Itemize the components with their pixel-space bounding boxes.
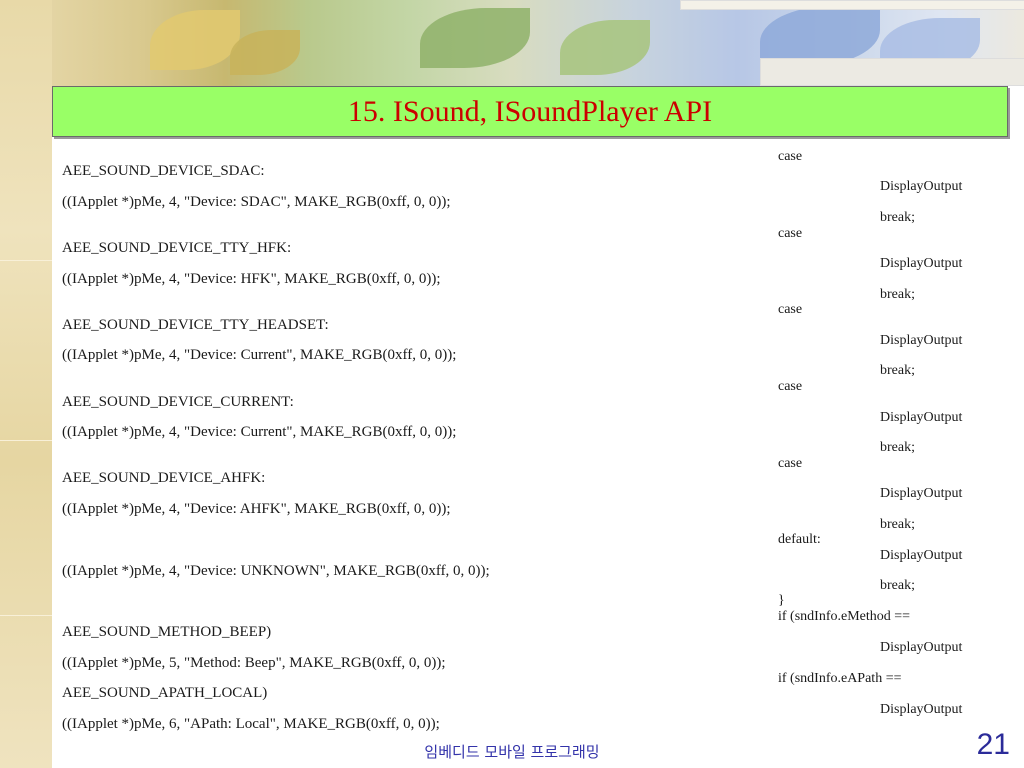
code-line: AEE_SOUND_DEVICE_AHFK: (62, 470, 266, 486)
code-line: ((IApplet *)pMe, 4, "Device: HFK", MAKE_… (62, 271, 441, 287)
code-line: case (778, 379, 803, 394)
code-line: ((IApplet *)pMe, 4, "Device: SDAC", MAKE… (62, 194, 451, 210)
left-tile (0, 170, 52, 261)
code-line: ((IApplet *)pMe, 4, "Device: UNKNOWN", M… (62, 563, 490, 579)
code-line: case (778, 456, 803, 471)
code-line: AEE_SOUND_METHOD_BEEP) (62, 624, 272, 640)
code-line: AEE_SOUND_DEVICE_SDAC: (62, 163, 265, 179)
code-line: DisplayOutput (880, 548, 963, 563)
code-line: if (sndInfo.eMethod == (778, 609, 911, 624)
code-line: DisplayOutput (880, 333, 963, 348)
left-tile (0, 350, 52, 441)
left-tile (0, 525, 52, 616)
code-left-column: AEE_SOUND_DEVICE_SDAC: ((IApplet *)pMe, … (62, 0, 762, 768)
code-line: break; (880, 440, 915, 455)
page-number: 21 (976, 728, 1010, 761)
slide-footer: 임베디드 모바일 프로그래밍 (424, 743, 600, 761)
code-line: ((IApplet *)pMe, 6, "APath: Local", MAKE… (62, 716, 440, 732)
code-line: ((IApplet *)pMe, 4, "Device: Current", M… (62, 424, 457, 440)
code-line: DisplayOutput (880, 486, 963, 501)
code-line: break; (880, 363, 915, 378)
code-line: AEE_SOUND_DEVICE_TTY_HFK: (62, 240, 292, 256)
code-line: if (sndInfo.eAPath == (778, 671, 902, 686)
code-line: case (778, 149, 803, 164)
code-line: ((IApplet *)pMe, 4, "Device: AHFK", MAKE… (62, 501, 451, 517)
code-line: DisplayOutput (880, 179, 963, 194)
code-line: case (778, 302, 803, 317)
code-line: DisplayOutput (880, 640, 963, 655)
code-line: break; (880, 210, 915, 225)
code-line: AEE_SOUND_DEVICE_CURRENT: (62, 394, 294, 410)
code-line: AEE_SOUND_DEVICE_TTY_HEADSET: (62, 317, 329, 333)
code-line: case (778, 226, 803, 241)
code-line: DisplayOutput (880, 410, 963, 425)
code-line: } (778, 593, 785, 608)
code-line: ((IApplet *)pMe, 4, "Device: Current", M… (62, 347, 457, 363)
left-decoration (0, 0, 52, 768)
code-right-column: case DisplayOutput break; case DisplayOu… (778, 0, 1018, 768)
code-line: AEE_SOUND_APATH_LOCAL) (62, 685, 268, 701)
code-line: break; (880, 517, 915, 532)
code-line: ((IApplet *)pMe, 5, "Method: Beep", MAKE… (62, 655, 446, 671)
code-line: break; (880, 578, 915, 593)
code-line: DisplayOutput (880, 256, 963, 271)
code-line: default: (778, 532, 821, 547)
code-line: break; (880, 287, 915, 302)
code-line: DisplayOutput (880, 702, 963, 717)
